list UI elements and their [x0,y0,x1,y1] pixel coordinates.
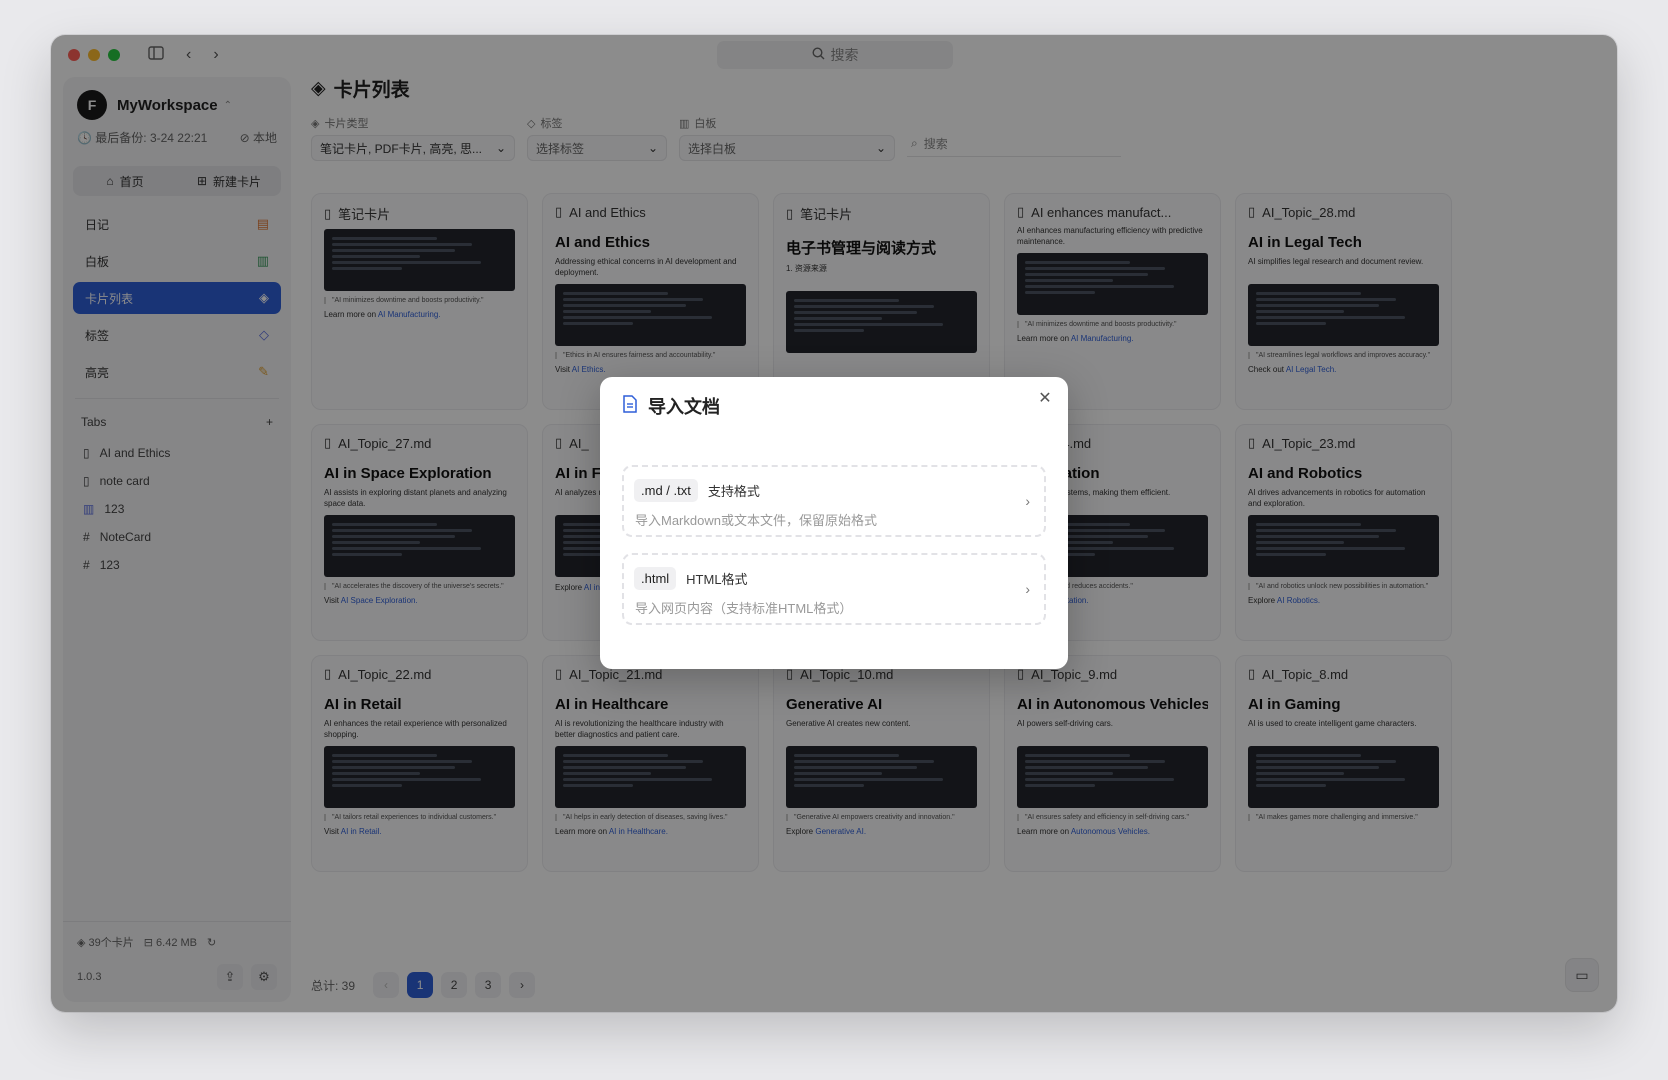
option-name: 支持格式 [707,484,760,499]
chevron-right-icon: › [1025,581,1030,597]
option-name: HTML格式 [686,572,748,587]
close-icon[interactable]: ✕ [1034,387,1056,409]
import-markdown-option[interactable]: .md / .txt 支持格式 导入Markdown或文本文件，保留原始格式 › [622,465,1046,537]
import-html-option[interactable]: .html HTML格式 导入网页内容（支持标准HTML格式） › [622,553,1046,625]
option-format-tag: .html [634,567,677,590]
option-description: 导入网页内容（支持标准HTML格式） [635,601,853,616]
import-document-dialog: 导入文档 ✕ .md / .txt 支持格式 导入Markdown或文本文件，保… [600,377,1068,669]
dialog-title: 导入文档 [622,393,720,419]
option-format-tag: .md / .txt [634,479,698,502]
dialog-title-text: 导入文档 [648,397,720,417]
chevron-right-icon: › [1025,493,1030,509]
document-icon [622,394,638,418]
app-window: ‹ › 搜索 F MyWorkspace ⌃ 🕓 最后备份: 3-24 22:2… [51,35,1617,1012]
option-description: 导入Markdown或文本文件，保留原始格式 [635,513,877,528]
